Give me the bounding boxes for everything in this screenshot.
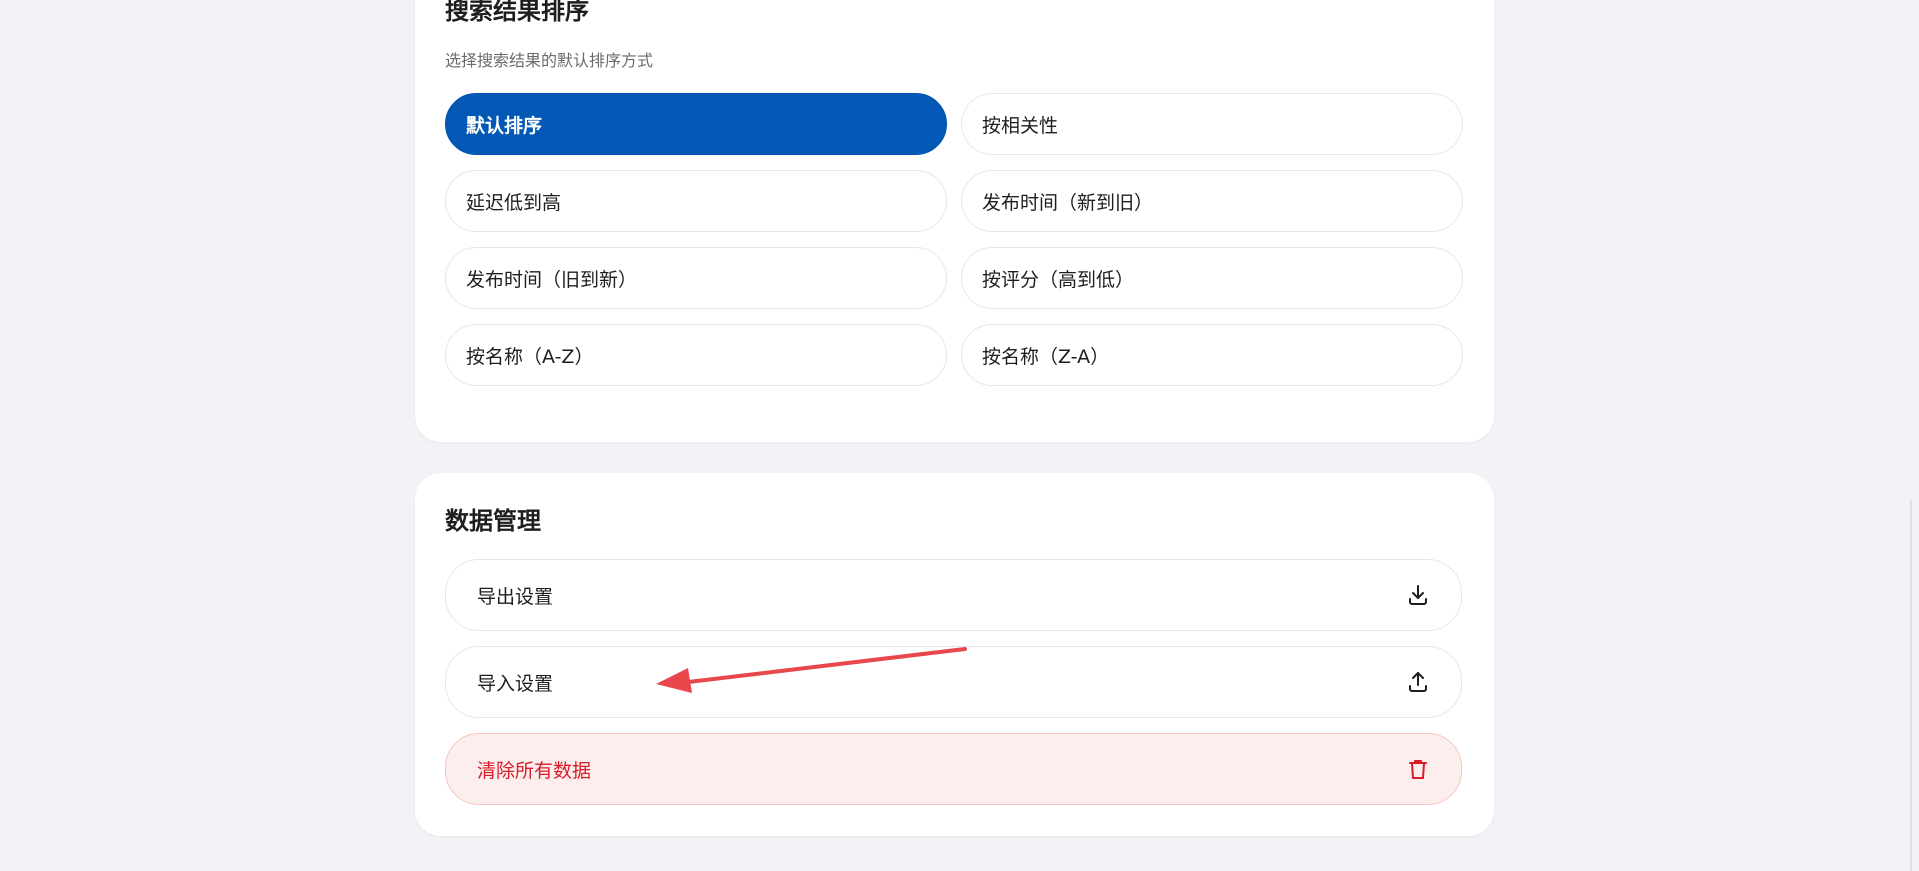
download-icon: [1405, 582, 1431, 608]
clear-all-data-button[interactable]: 清除所有数据: [445, 733, 1462, 805]
sort-option-label: 默认排序: [466, 114, 543, 137]
sort-option-default[interactable]: 默认排序: [445, 93, 947, 155]
trash-icon: [1405, 756, 1431, 782]
sort-option-label: 发布时间（旧到新）: [466, 268, 638, 291]
clear-all-data-label: 清除所有数据: [477, 759, 592, 782]
sort-option-label: 延迟低到高: [466, 191, 562, 214]
sort-option-label: 按相关性: [982, 114, 1059, 137]
data-section-title: 数据管理: [445, 507, 541, 535]
sort-option-relevance[interactable]: 按相关性: [961, 93, 1463, 155]
sort-option-name-desc[interactable]: 按名称（Z-A）: [961, 324, 1463, 386]
sort-option-rating-desc[interactable]: 按评分（高到低）: [961, 247, 1463, 309]
import-settings-label: 导入设置: [477, 672, 554, 695]
sort-option-label: 按评分（高到低）: [982, 268, 1135, 291]
sort-section-title: 搜索结果排序: [445, 0, 589, 25]
sort-option-date-oldest[interactable]: 发布时间（旧到新）: [445, 247, 947, 309]
data-management-card: 数据管理 导出设置 导入设置 清除所有数据: [415, 473, 1494, 836]
sort-option-label: 按名称（Z-A）: [982, 345, 1110, 368]
sort-option-name-asc[interactable]: 按名称（A-Z）: [445, 324, 947, 386]
sort-settings-card: 搜索结果排序 选择搜索结果的默认排序方式 默认排序 按相关性 延迟低到高 发布时…: [415, 0, 1494, 442]
sort-section-description: 选择搜索结果的默认排序方式: [445, 51, 654, 70]
sort-option-label: 按名称（A-Z）: [466, 345, 594, 368]
sort-options-grid: 默认排序 按相关性 延迟低到高 发布时间（新到旧） 发布时间（旧到新） 按评分（…: [445, 93, 1463, 386]
sort-option-latency-asc[interactable]: 延迟低到高: [445, 170, 947, 232]
settings-page: 搜索结果排序 选择搜索结果的默认排序方式 默认排序 按相关性 延迟低到高 发布时…: [0, 0, 1919, 871]
scrollbar-track[interactable]: [1910, 500, 1912, 871]
sort-option-date-newest[interactable]: 发布时间（新到旧）: [961, 170, 1463, 232]
export-settings-label: 导出设置: [477, 585, 554, 608]
import-settings-button[interactable]: 导入设置: [445, 646, 1462, 718]
export-settings-button[interactable]: 导出设置: [445, 559, 1462, 631]
upload-icon: [1405, 669, 1431, 695]
sort-option-label: 发布时间（新到旧）: [982, 191, 1154, 214]
data-actions-list: 导出设置 导入设置 清除所有数据: [445, 559, 1462, 805]
